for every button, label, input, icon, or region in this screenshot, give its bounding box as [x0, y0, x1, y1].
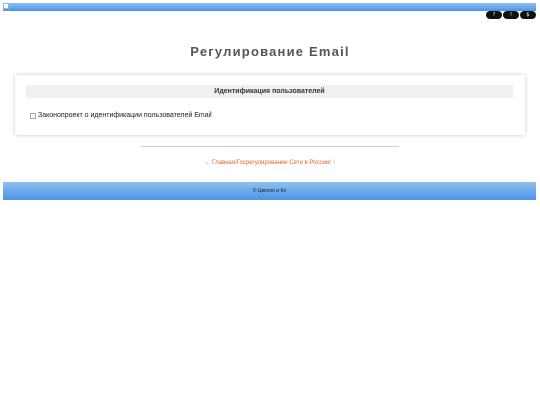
- broken-image-icon: [3, 3, 9, 9]
- page-title: Регулирование Email: [190, 44, 350, 59]
- footer: © Циклоп и Ко: [3, 182, 536, 200]
- broken-image-icon: [30, 112, 36, 119]
- help-button[interactable]: ?: [486, 11, 502, 19]
- top-buttons: ? ! $: [486, 11, 536, 19]
- donate-button[interactable]: $: [520, 11, 536, 19]
- top-banner: [3, 3, 536, 11]
- parent-link[interactable]: Госрегулирование Сети в России: [237, 160, 329, 166]
- up-link[interactable]: / ↑: [329, 160, 335, 166]
- list-item[interactable]: Законопроект о идентификации пользовател…: [30, 112, 212, 119]
- list-item-label[interactable]: Законопроект о идентификации пользовател…: [38, 112, 212, 119]
- card-header: Идентификация пользователей: [26, 85, 513, 98]
- divider: [141, 146, 399, 147]
- home-link[interactable]: ← Главная: [205, 160, 236, 166]
- breadcrumb: ← Главная/Госрегулирование Сети в России…: [0, 160, 540, 166]
- content-card: Идентификация пользователей Законопроект…: [15, 75, 525, 135]
- footer-copyright: © Циклоп и Ко: [252, 188, 287, 194]
- info-button[interactable]: !: [503, 11, 519, 19]
